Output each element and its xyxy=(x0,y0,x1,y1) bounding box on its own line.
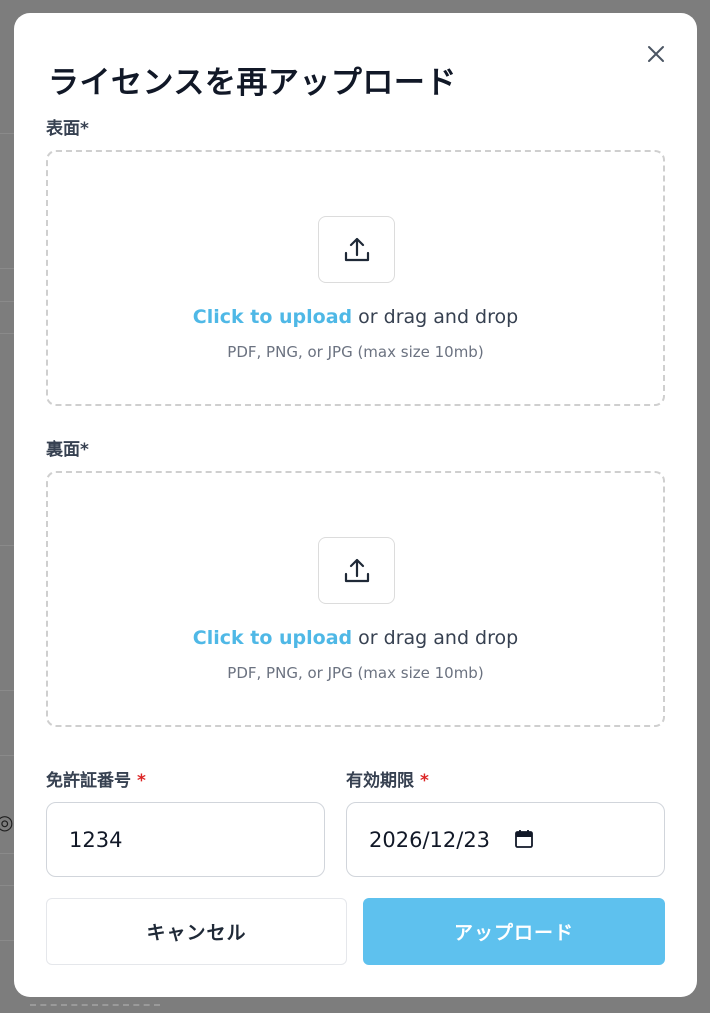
expiry-label: 有効期限 * xyxy=(346,766,429,791)
front-drag-text: or drag and drop xyxy=(352,306,519,328)
back-file-hint: PDF, PNG, or JPG (max size 10mb) xyxy=(227,664,484,682)
background-divider xyxy=(0,940,14,941)
upload-icon xyxy=(344,237,369,261)
back-upload-icon-box xyxy=(318,537,395,604)
back-click-to-upload-link[interactable]: Click to upload xyxy=(193,627,352,649)
cancel-button[interactable]: キャンセル xyxy=(46,898,347,965)
close-button[interactable] xyxy=(642,40,670,68)
upload-button[interactable]: アップロード xyxy=(363,898,665,965)
back-dropzone[interactable]: Click to upload or drag and drop PDF, PN… xyxy=(46,471,665,727)
background-divider xyxy=(0,133,14,134)
license-number-label: 免許証番号 * xyxy=(46,766,146,791)
background-divider xyxy=(0,268,14,269)
back-label-text: 裏面 xyxy=(46,440,80,460)
license-number-input[interactable]: 1234 xyxy=(46,802,325,877)
front-upload-text: Click to upload or drag and drop xyxy=(48,306,663,328)
front-label: 表面* xyxy=(46,114,89,139)
expiry-label-text: 有効期限 xyxy=(346,771,414,791)
reupload-license-modal: ライセンスを再アップロード 表面* Click to upload or dra… xyxy=(14,13,697,997)
background-divider xyxy=(0,301,14,302)
back-drag-text: or drag and drop xyxy=(352,627,519,649)
back-label: 裏面* xyxy=(46,435,89,460)
calendar-icon[interactable] xyxy=(514,829,534,849)
modal-title: ライセンスを再アップロード xyxy=(48,65,457,101)
background-target-icon: ◎ xyxy=(0,810,14,834)
background-divider xyxy=(0,545,14,546)
background-divider xyxy=(0,755,14,756)
background-divider xyxy=(0,333,14,334)
expiry-date-value: 2026/12/23 xyxy=(369,827,491,852)
background-divider xyxy=(0,885,14,886)
back-required-mark: * xyxy=(80,440,89,460)
front-upload-icon-box xyxy=(318,216,395,283)
background-divider xyxy=(0,853,14,854)
background-divider xyxy=(0,690,14,691)
expiry-date-input[interactable]: 2026/12/23 xyxy=(346,802,665,877)
expiry-required-mark: * xyxy=(420,771,429,791)
front-required-mark: * xyxy=(80,119,89,139)
front-click-to-upload-link[interactable]: Click to upload xyxy=(193,306,352,328)
upload-icon xyxy=(344,558,369,582)
background-dashed-border xyxy=(30,1004,160,1006)
license-number-required-mark: * xyxy=(137,771,146,791)
license-number-label-text: 免許証番号 xyxy=(46,771,131,791)
license-number-value: 1234 xyxy=(69,827,123,852)
front-dropzone[interactable]: Click to upload or drag and drop PDF, PN… xyxy=(46,150,665,406)
front-label-text: 表面 xyxy=(46,119,80,139)
close-icon xyxy=(648,46,664,62)
back-upload-text: Click to upload or drag and drop xyxy=(48,627,663,649)
front-file-hint: PDF, PNG, or JPG (max size 10mb) xyxy=(227,343,484,361)
